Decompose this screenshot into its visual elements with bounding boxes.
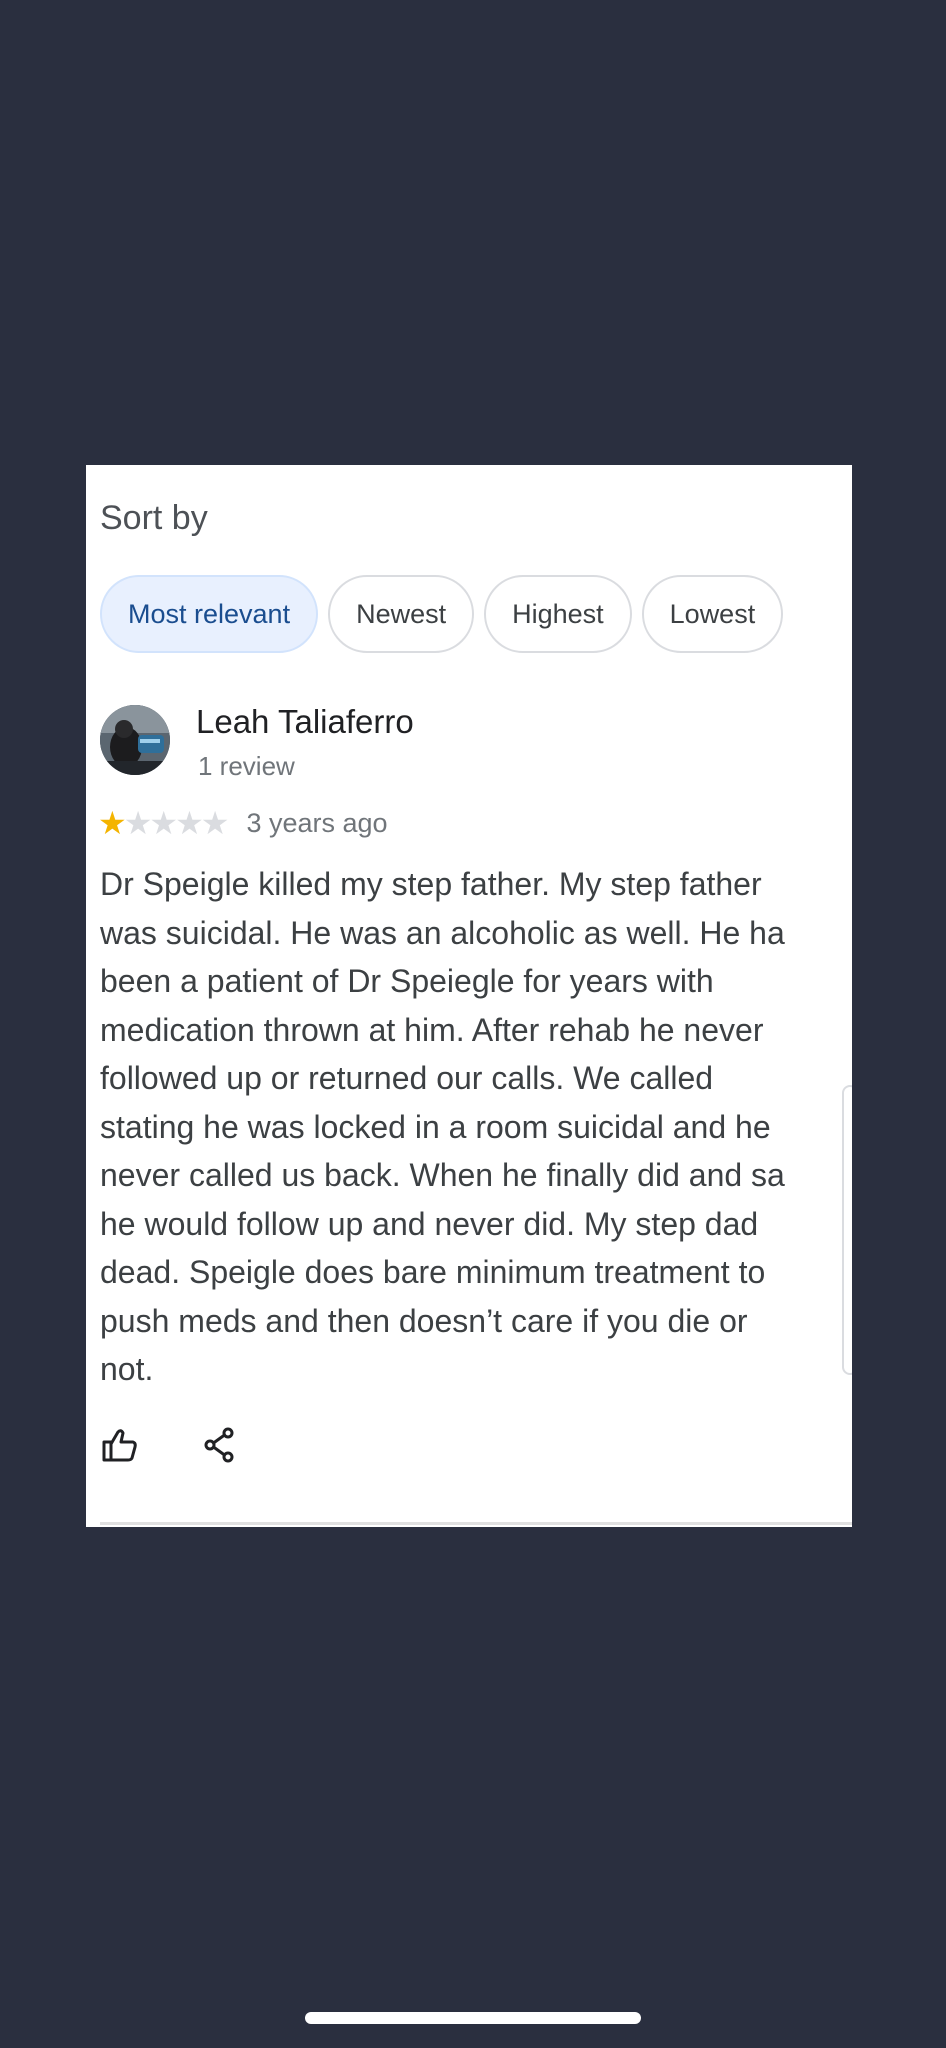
review-text-line: never called us back. When he finally di… xyxy=(100,1157,785,1193)
avatar-image xyxy=(100,705,170,775)
thumbs-up-icon[interactable] xyxy=(100,1425,140,1465)
scrollbar[interactable] xyxy=(842,1085,852,1375)
review-text-line: medication thrown at him. After rehab he… xyxy=(100,1011,764,1048)
review-text-line: Dr Speigle killed my step father. My ste… xyxy=(100,866,762,902)
sort-chip-most-relevant[interactable]: Most relevant xyxy=(100,575,319,653)
sort-chip-highest[interactable]: Highest xyxy=(484,575,632,653)
sort-chip-lowest[interactable]: Lowest xyxy=(641,575,784,653)
review-text-line: push meds and then doesn’t care if you d… xyxy=(100,1302,748,1339)
sort-by-label: Sort by xyxy=(100,499,208,537)
sort-chip-newest[interactable]: Newest xyxy=(328,575,475,653)
review-text: Dr Speigle killed my step father. My ste… xyxy=(100,860,852,1394)
review-text-line: he would follow up and never did. My ste… xyxy=(100,1205,759,1242)
star-filled-icon: ★ xyxy=(98,805,127,841)
reviewer-review-count: 1 review xyxy=(198,751,295,781)
share-icon[interactable] xyxy=(200,1425,240,1465)
review-text-line: dead. Speigle does bare minimum treatmen… xyxy=(100,1254,766,1290)
divider xyxy=(100,1522,852,1525)
rating-row: ★★★★★ 3 years ago xyxy=(98,803,388,843)
star-rating: ★★★★★ xyxy=(98,803,230,843)
reviewer-name[interactable]: Leah Taliaferro xyxy=(196,703,414,741)
star-empty-icon: ★ xyxy=(200,805,230,841)
star-empty-icon: ★ xyxy=(175,805,204,841)
review-text-line: stating he was locked in a room suicidal… xyxy=(100,1108,771,1145)
star-empty-icon: ★ xyxy=(149,805,178,841)
star-empty-icon: ★ xyxy=(123,805,153,841)
review-date: 3 years ago xyxy=(246,808,388,838)
reviews-card: Sort by Most relevant Newest Highest Lowest… xyxy=(86,465,852,1527)
review-text-line: not. xyxy=(100,1351,154,1387)
avatar[interactable] xyxy=(100,705,170,775)
sort-options: Most relevant Newest Highest Lowest xyxy=(100,575,793,653)
review-text-line: been a patient of Dr Speiegle for years … xyxy=(100,963,714,999)
home-indicator[interactable] xyxy=(305,2012,641,2024)
review-text-line: was suicidal. He was an alcoholic as wel… xyxy=(100,914,785,951)
review-text-line: followed up or returned our calls. We ca… xyxy=(100,1060,714,1096)
